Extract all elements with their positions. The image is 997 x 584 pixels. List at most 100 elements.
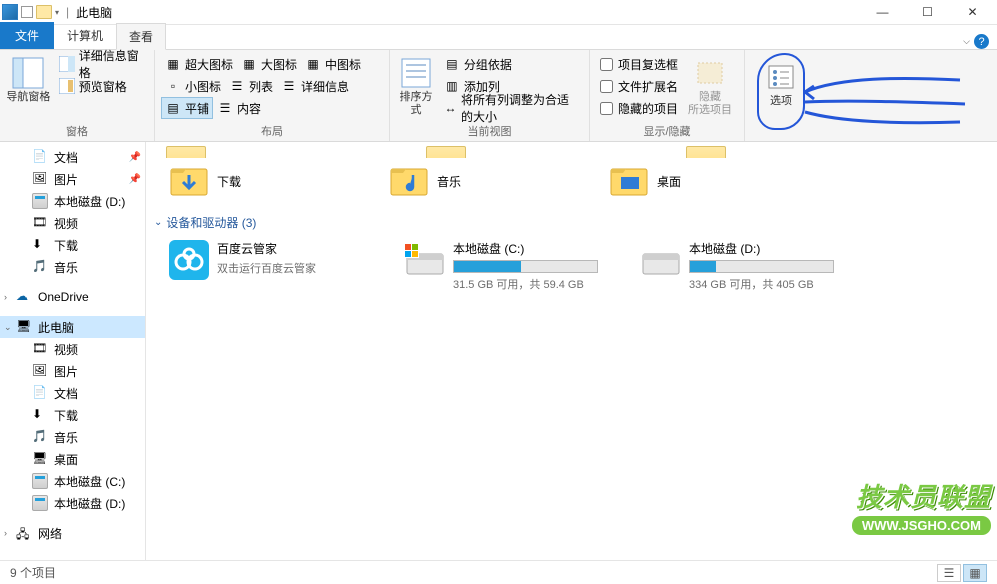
view-buttons: ☰ ▦ bbox=[937, 564, 987, 582]
close-button[interactable]: ✕ bbox=[950, 0, 995, 24]
maximize-button[interactable]: ☐ bbox=[905, 0, 950, 24]
sidebar-item-onedrive[interactable]: ›☁OneDrive bbox=[0, 286, 145, 308]
check-file-ext[interactable]: 文件扩展名 bbox=[596, 75, 682, 97]
layout-details[interactable]: ☰详细信息 bbox=[277, 75, 353, 97]
drive-d-icon bbox=[641, 240, 681, 280]
tab-file[interactable]: 文件 bbox=[0, 22, 54, 49]
folder-icon bbox=[686, 146, 726, 158]
quick-access-toolbar: ▾ | 此电脑 bbox=[2, 4, 112, 21]
folder-music[interactable]: 音乐 bbox=[386, 160, 566, 202]
tiles-icon: ▤ bbox=[165, 100, 181, 116]
downloads-icon: ⬇ bbox=[32, 237, 48, 253]
sidebar-item-videos[interactable]: 🎞视频 bbox=[0, 212, 145, 234]
ribbon-help[interactable]: ⌵ ? bbox=[963, 34, 997, 49]
item-checkboxes-input[interactable] bbox=[600, 58, 613, 71]
check-item-checkboxes[interactable]: 项目复选框 bbox=[596, 53, 682, 75]
details-pane-button[interactable]: 详细信息窗格 bbox=[55, 53, 148, 75]
layout-tiles[interactable]: ▤平铺 bbox=[161, 97, 213, 119]
sidebar-item-documents[interactable]: 📄文档📌 bbox=[0, 146, 145, 168]
sidebar[interactable]: 📄文档📌 🖼图片📌 本地磁盘 (D:) 🎞视频 ⬇下载 🎵音乐 ›☁OneDri… bbox=[0, 142, 146, 560]
options-button[interactable]: 选项 bbox=[757, 53, 805, 130]
chevron-down-icon: ⌄ bbox=[154, 217, 162, 228]
group-layout: ▦超大图标 ▦大图标 ▦中图标 ▫小图标 ☰列表 ☰详细信息 ▤平铺 ☰内容 布… bbox=[155, 50, 390, 141]
sort-icon bbox=[400, 57, 432, 89]
sidebar-item-documents-2[interactable]: 📄文档 bbox=[0, 382, 145, 404]
check-hidden-items[interactable]: 隐藏的项目 bbox=[596, 97, 682, 119]
drive-c-icon bbox=[405, 240, 445, 280]
layout-extra-large[interactable]: ▦超大图标 bbox=[161, 53, 237, 75]
folder-desktop[interactable]: 桌面 bbox=[606, 160, 786, 202]
group-by-button[interactable]: ▤分组依据 bbox=[440, 53, 583, 75]
help-icon[interactable]: ? bbox=[974, 34, 989, 49]
layout-medium[interactable]: ▦中图标 bbox=[301, 53, 365, 75]
layout-large[interactable]: ▦大图标 bbox=[237, 53, 301, 75]
medium-icon: ▦ bbox=[305, 56, 321, 72]
pictures-icon: 🖼 bbox=[32, 363, 48, 379]
preview-pane-icon bbox=[59, 78, 75, 94]
minimize-button[interactable]: — bbox=[860, 0, 905, 24]
qat-checkbox[interactable] bbox=[21, 6, 33, 18]
view-tiles-button[interactable]: ▦ bbox=[963, 564, 987, 582]
devices-header[interactable]: ⌄ 设备和驱动器 (3) bbox=[154, 208, 989, 237]
sidebar-item-pictures[interactable]: 🖼图片📌 bbox=[0, 168, 145, 190]
device-baidu[interactable]: 百度云管家 双击运行百度云管家 bbox=[166, 237, 366, 295]
options-icon bbox=[765, 61, 797, 93]
tab-computer[interactable]: 计算机 bbox=[54, 22, 116, 49]
ribbon-tabs: 文件 计算机 查看 ⌵ ? bbox=[0, 25, 997, 50]
sidebar-item-network[interactable]: ›🖧网络 bbox=[0, 522, 145, 544]
onedrive-icon: ☁ bbox=[16, 289, 32, 305]
qat-customize-icon[interactable]: ▾ bbox=[55, 8, 59, 17]
layout-small[interactable]: ▫小图标 bbox=[161, 75, 225, 97]
sidebar-item-local-d-2[interactable]: 本地磁盘 (D:) bbox=[0, 492, 145, 514]
hidden-items-input[interactable] bbox=[600, 102, 613, 115]
expand-icon[interactable]: › bbox=[4, 528, 7, 538]
sidebar-item-this-pc[interactable]: ⌄🖥此电脑 bbox=[0, 316, 145, 338]
size-columns-icon: ↔ bbox=[444, 100, 457, 116]
device-drive-d[interactable]: 本地磁盘 (D:) 334 GB 可用，共 405 GB bbox=[638, 237, 838, 295]
minimize-ribbon-icon[interactable]: ⌵ bbox=[963, 36, 970, 47]
hide-icon bbox=[694, 57, 726, 89]
window-title: 此电脑 bbox=[76, 4, 112, 21]
pin-icon: 📌 bbox=[129, 174, 141, 185]
nav-pane-icon bbox=[12, 57, 44, 89]
documents-icon: 📄 bbox=[32, 385, 48, 401]
size-columns-button[interactable]: ↔将所有列调整为合适的大小 bbox=[440, 97, 583, 119]
view-details-button[interactable]: ☰ bbox=[937, 564, 961, 582]
expand-icon[interactable]: › bbox=[4, 292, 7, 302]
sidebar-item-downloads-2[interactable]: ⬇下载 bbox=[0, 404, 145, 426]
sidebar-item-downloads[interactable]: ⬇下载 bbox=[0, 234, 145, 256]
tab-view[interactable]: 查看 bbox=[116, 23, 166, 50]
drive-icon bbox=[32, 193, 48, 209]
expand-icon[interactable]: ⌄ bbox=[4, 322, 12, 333]
nav-pane-button[interactable]: 导航窗格 bbox=[6, 53, 51, 104]
layout-content[interactable]: ☰内容 bbox=[213, 97, 265, 119]
device-drive-c[interactable]: 本地磁盘 (C:) 31.5 GB 可用，共 59.4 GB bbox=[402, 237, 602, 295]
layout-list[interactable]: ☰列表 bbox=[225, 75, 277, 97]
hide-selected-button[interactable]: 隐藏 所选项目 bbox=[686, 53, 734, 117]
file-ext-input[interactable] bbox=[600, 80, 613, 93]
baidu-icon bbox=[169, 240, 209, 280]
sidebar-item-music[interactable]: 🎵音乐 bbox=[0, 256, 145, 278]
folders-row: 下载 音乐 桌面 bbox=[154, 160, 989, 202]
sidebar-item-local-c[interactable]: 本地磁盘 (C:) bbox=[0, 470, 145, 492]
qat-folder-icon[interactable] bbox=[36, 5, 52, 19]
folder-downloads[interactable]: 下载 bbox=[166, 160, 346, 202]
sort-by-button[interactable]: 排序方式 bbox=[396, 53, 436, 117]
main-view[interactable]: 下载 音乐 桌面 ⌄ 设备和驱动器 (3) 百度云管家 双击运行百度云管家 bbox=[146, 142, 997, 560]
sidebar-item-videos-2[interactable]: 🎞视频 bbox=[0, 338, 145, 360]
extra-large-icon: ▦ bbox=[165, 56, 181, 72]
sidebar-item-music-2[interactable]: 🎵音乐 bbox=[0, 426, 145, 448]
content-icon: ☰ bbox=[217, 100, 233, 116]
list-icon: ☰ bbox=[229, 78, 245, 94]
details-icon: ☰ bbox=[281, 78, 297, 94]
sidebar-item-desktop[interactable]: 🖥桌面 bbox=[0, 448, 145, 470]
desktop-folder-icon bbox=[609, 163, 649, 199]
group-panes: 导航窗格 详细信息窗格 预览窗格 窗格 bbox=[0, 50, 155, 141]
preview-pane-button[interactable]: 预览窗格 bbox=[55, 75, 148, 97]
documents-icon: 📄 bbox=[32, 149, 48, 165]
group-label-current-view: 当前视图 bbox=[390, 123, 589, 139]
sidebar-item-local-d[interactable]: 本地磁盘 (D:) bbox=[0, 190, 145, 212]
downloads-folder-icon bbox=[169, 163, 209, 199]
videos-icon: 🎞 bbox=[32, 341, 48, 357]
sidebar-item-pictures-2[interactable]: 🖼图片 bbox=[0, 360, 145, 382]
